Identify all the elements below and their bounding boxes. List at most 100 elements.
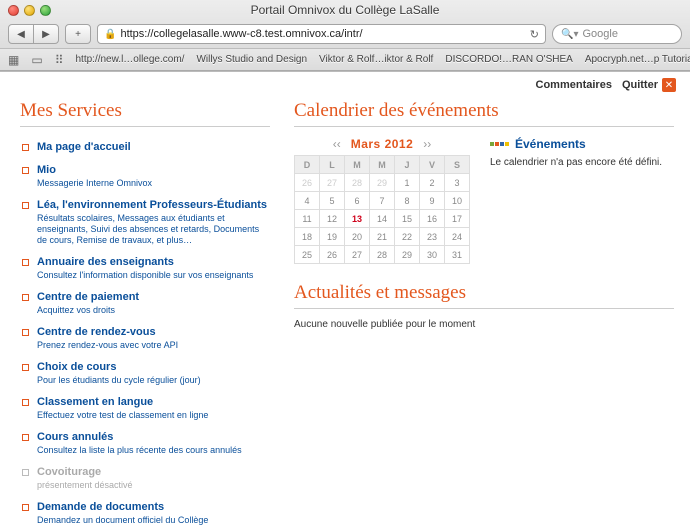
calendar-day-cell[interactable]: 12 — [320, 210, 344, 227]
calendar-day-cell[interactable]: 21 — [370, 228, 394, 245]
calendar-widget: ‹‹ Mars 2012 ›› DLMMJVS26272829123456789… — [294, 137, 470, 264]
calendar-day-cell[interactable]: 26 — [295, 174, 319, 191]
calendar-day-cell[interactable]: 10 — [445, 192, 469, 209]
calendar-day-header: J — [395, 156, 419, 173]
calendar-day-cell[interactable]: 28 — [370, 246, 394, 263]
top-sites-icon[interactable]: ⠿ — [55, 53, 64, 67]
calendar-day-cell[interactable]: 13 — [345, 210, 369, 227]
bookmarks-menu-icon[interactable]: ▦ — [8, 53, 19, 67]
calendar-day-cell[interactable]: 29 — [395, 246, 419, 263]
service-subtitle: présentement désactivé — [37, 480, 133, 491]
calendar-month-label: Mars 2012 — [351, 137, 414, 151]
calendar-day-cell[interactable]: 31 — [445, 246, 469, 263]
service-item[interactable]: Centre de paiementAcquittez vos droits — [20, 287, 270, 322]
service-item[interactable]: Covoiturageprésentement désactivé — [20, 462, 270, 497]
service-subtitle: Pour les étudiants du cycle régulier (jo… — [37, 375, 201, 386]
bookmark-item[interactable]: Willys Studio and Design — [196, 54, 307, 65]
url-bar[interactable]: 🔒 https://collegelasalle.www-c8.test.omn… — [97, 24, 546, 44]
calendar-day-cell[interactable]: 19 — [320, 228, 344, 245]
reload-icon[interactable]: ↻ — [530, 28, 539, 41]
calendar-day-cell[interactable]: 16 — [420, 210, 444, 227]
bullet-icon — [22, 364, 29, 371]
calendar-day-cell[interactable]: 2 — [420, 174, 444, 191]
news-empty-text: Aucune nouvelle publiée pour le moment — [294, 319, 674, 330]
add-bookmark-button[interactable]: + — [65, 24, 91, 44]
service-item[interactable]: Classement en langueEffectuez votre test… — [20, 392, 270, 427]
calendar-day-cell[interactable]: 23 — [420, 228, 444, 245]
calendar-day-cell[interactable]: 30 — [420, 246, 444, 263]
calendar-day-cell[interactable]: 28 — [345, 174, 369, 191]
service-title: Centre de paiement — [37, 291, 139, 304]
back-button[interactable]: ◀ — [8, 24, 34, 44]
calendar-day-cell[interactable]: 25 — [295, 246, 319, 263]
service-item[interactable]: Cours annulésConsultez la liste la plus … — [20, 427, 270, 462]
service-title: Cours annulés — [37, 431, 242, 444]
events-label: Événements — [490, 137, 662, 151]
calendar-day-cell[interactable]: 29 — [370, 174, 394, 191]
calendar-next-button[interactable]: ›› — [423, 137, 431, 151]
service-item[interactable]: Choix de coursPour les étudiants du cycl… — [20, 357, 270, 392]
calendar-day-cell[interactable]: 27 — [320, 174, 344, 191]
service-title: Annuaire des enseignants — [37, 256, 253, 269]
calendar-day-header: M — [345, 156, 369, 173]
bullet-icon — [22, 469, 29, 476]
bullet-icon — [22, 434, 29, 441]
window-title: Portail Omnivox du Collège LaSalle — [0, 3, 690, 17]
calendar-day-cell[interactable]: 17 — [445, 210, 469, 227]
reading-list-icon[interactable]: ▭ — [31, 53, 42, 67]
comments-link[interactable]: Commentaires — [536, 79, 612, 91]
bookmark-item[interactable]: Viktor & Rolf…iktor & Rolf — [319, 54, 433, 65]
calendar-day-cell[interactable]: 3 — [445, 174, 469, 191]
service-subtitle: Demandez un document officiel du Collège — [37, 515, 208, 526]
calendar-day-cell[interactable]: 5 — [320, 192, 344, 209]
bookmark-item[interactable]: Apocryph.net…p Tutorials — [585, 54, 690, 65]
calendar-day-cell[interactable]: 26 — [320, 246, 344, 263]
logout-link[interactable]: Quitter ✕ — [622, 78, 676, 92]
calendar-day-cell[interactable]: 6 — [345, 192, 369, 209]
service-title: Demande de documents — [37, 501, 208, 514]
calendar-day-cell[interactable]: 4 — [295, 192, 319, 209]
lock-icon: 🔒 — [104, 29, 116, 40]
service-subtitle: Effectuez votre test de classement en li… — [37, 410, 208, 421]
service-item[interactable]: Demande de documentsDemandez un document… — [20, 497, 270, 531]
service-item[interactable]: Centre de rendez-vousPrenez rendez-vous … — [20, 322, 270, 357]
service-title: Covoiturage — [37, 466, 133, 479]
service-subtitle: Consultez la liste la plus récente des c… — [37, 445, 242, 456]
calendar-day-cell[interactable]: 18 — [295, 228, 319, 245]
calendar-day-header: L — [320, 156, 344, 173]
calendar-day-cell[interactable]: 27 — [345, 246, 369, 263]
calendar-day-cell[interactable]: 14 — [370, 210, 394, 227]
service-item[interactable]: Léa, l'environnement Professeurs-Étudian… — [20, 195, 270, 252]
bookmark-item[interactable]: DISCORDO!…RAN O'SHEA — [445, 54, 572, 65]
service-item[interactable]: MioMessagerie Interne Omnivox — [20, 160, 270, 195]
calendar-day-cell[interactable]: 8 — [395, 192, 419, 209]
bullet-icon — [22, 294, 29, 301]
window-titlebar: Portail Omnivox du Collège LaSalle — [0, 0, 690, 20]
calendar-day-header: M — [370, 156, 394, 173]
calendar-day-header: V — [420, 156, 444, 173]
service-title: Mio — [37, 164, 152, 177]
calendar-day-cell[interactable]: 9 — [420, 192, 444, 209]
calendar-heading: Calendrier des événements — [294, 100, 674, 127]
service-title: Centre de rendez-vous — [37, 326, 178, 339]
calendar-day-cell[interactable]: 24 — [445, 228, 469, 245]
bullet-icon — [22, 329, 29, 336]
calendar-day-cell[interactable]: 1 — [395, 174, 419, 191]
calendar-day-cell[interactable]: 7 — [370, 192, 394, 209]
service-title: Classement en langue — [37, 396, 208, 409]
calendar-day-cell[interactable]: 11 — [295, 210, 319, 227]
events-empty-text: Le calendrier n'a pas encore été défini. — [490, 157, 662, 168]
calendar-prev-button[interactable]: ‹‹ — [333, 137, 341, 151]
search-bar[interactable]: 🔍▾ Google — [552, 24, 682, 44]
bookmark-item[interactable]: http://new.l…ollege.com/ — [75, 54, 184, 65]
service-item[interactable]: Annuaire des enseignantsConsultez l'info… — [20, 252, 270, 287]
forward-button[interactable]: ▶ — [33, 24, 59, 44]
bullet-icon — [22, 399, 29, 406]
calendar-day-cell[interactable]: 15 — [395, 210, 419, 227]
bookmarks-bar: ▦ ▭ ⠿ http://new.l…ollege.com/ Willys St… — [0, 48, 690, 70]
service-subtitle: Résultats scolaires, Messages aux étudia… — [37, 213, 268, 246]
calendar-day-cell[interactable]: 20 — [345, 228, 369, 245]
service-subtitle: Acquittez vos droits — [37, 305, 139, 316]
calendar-day-cell[interactable]: 22 — [395, 228, 419, 245]
service-item[interactable]: Ma page d'accueil — [20, 137, 270, 160]
